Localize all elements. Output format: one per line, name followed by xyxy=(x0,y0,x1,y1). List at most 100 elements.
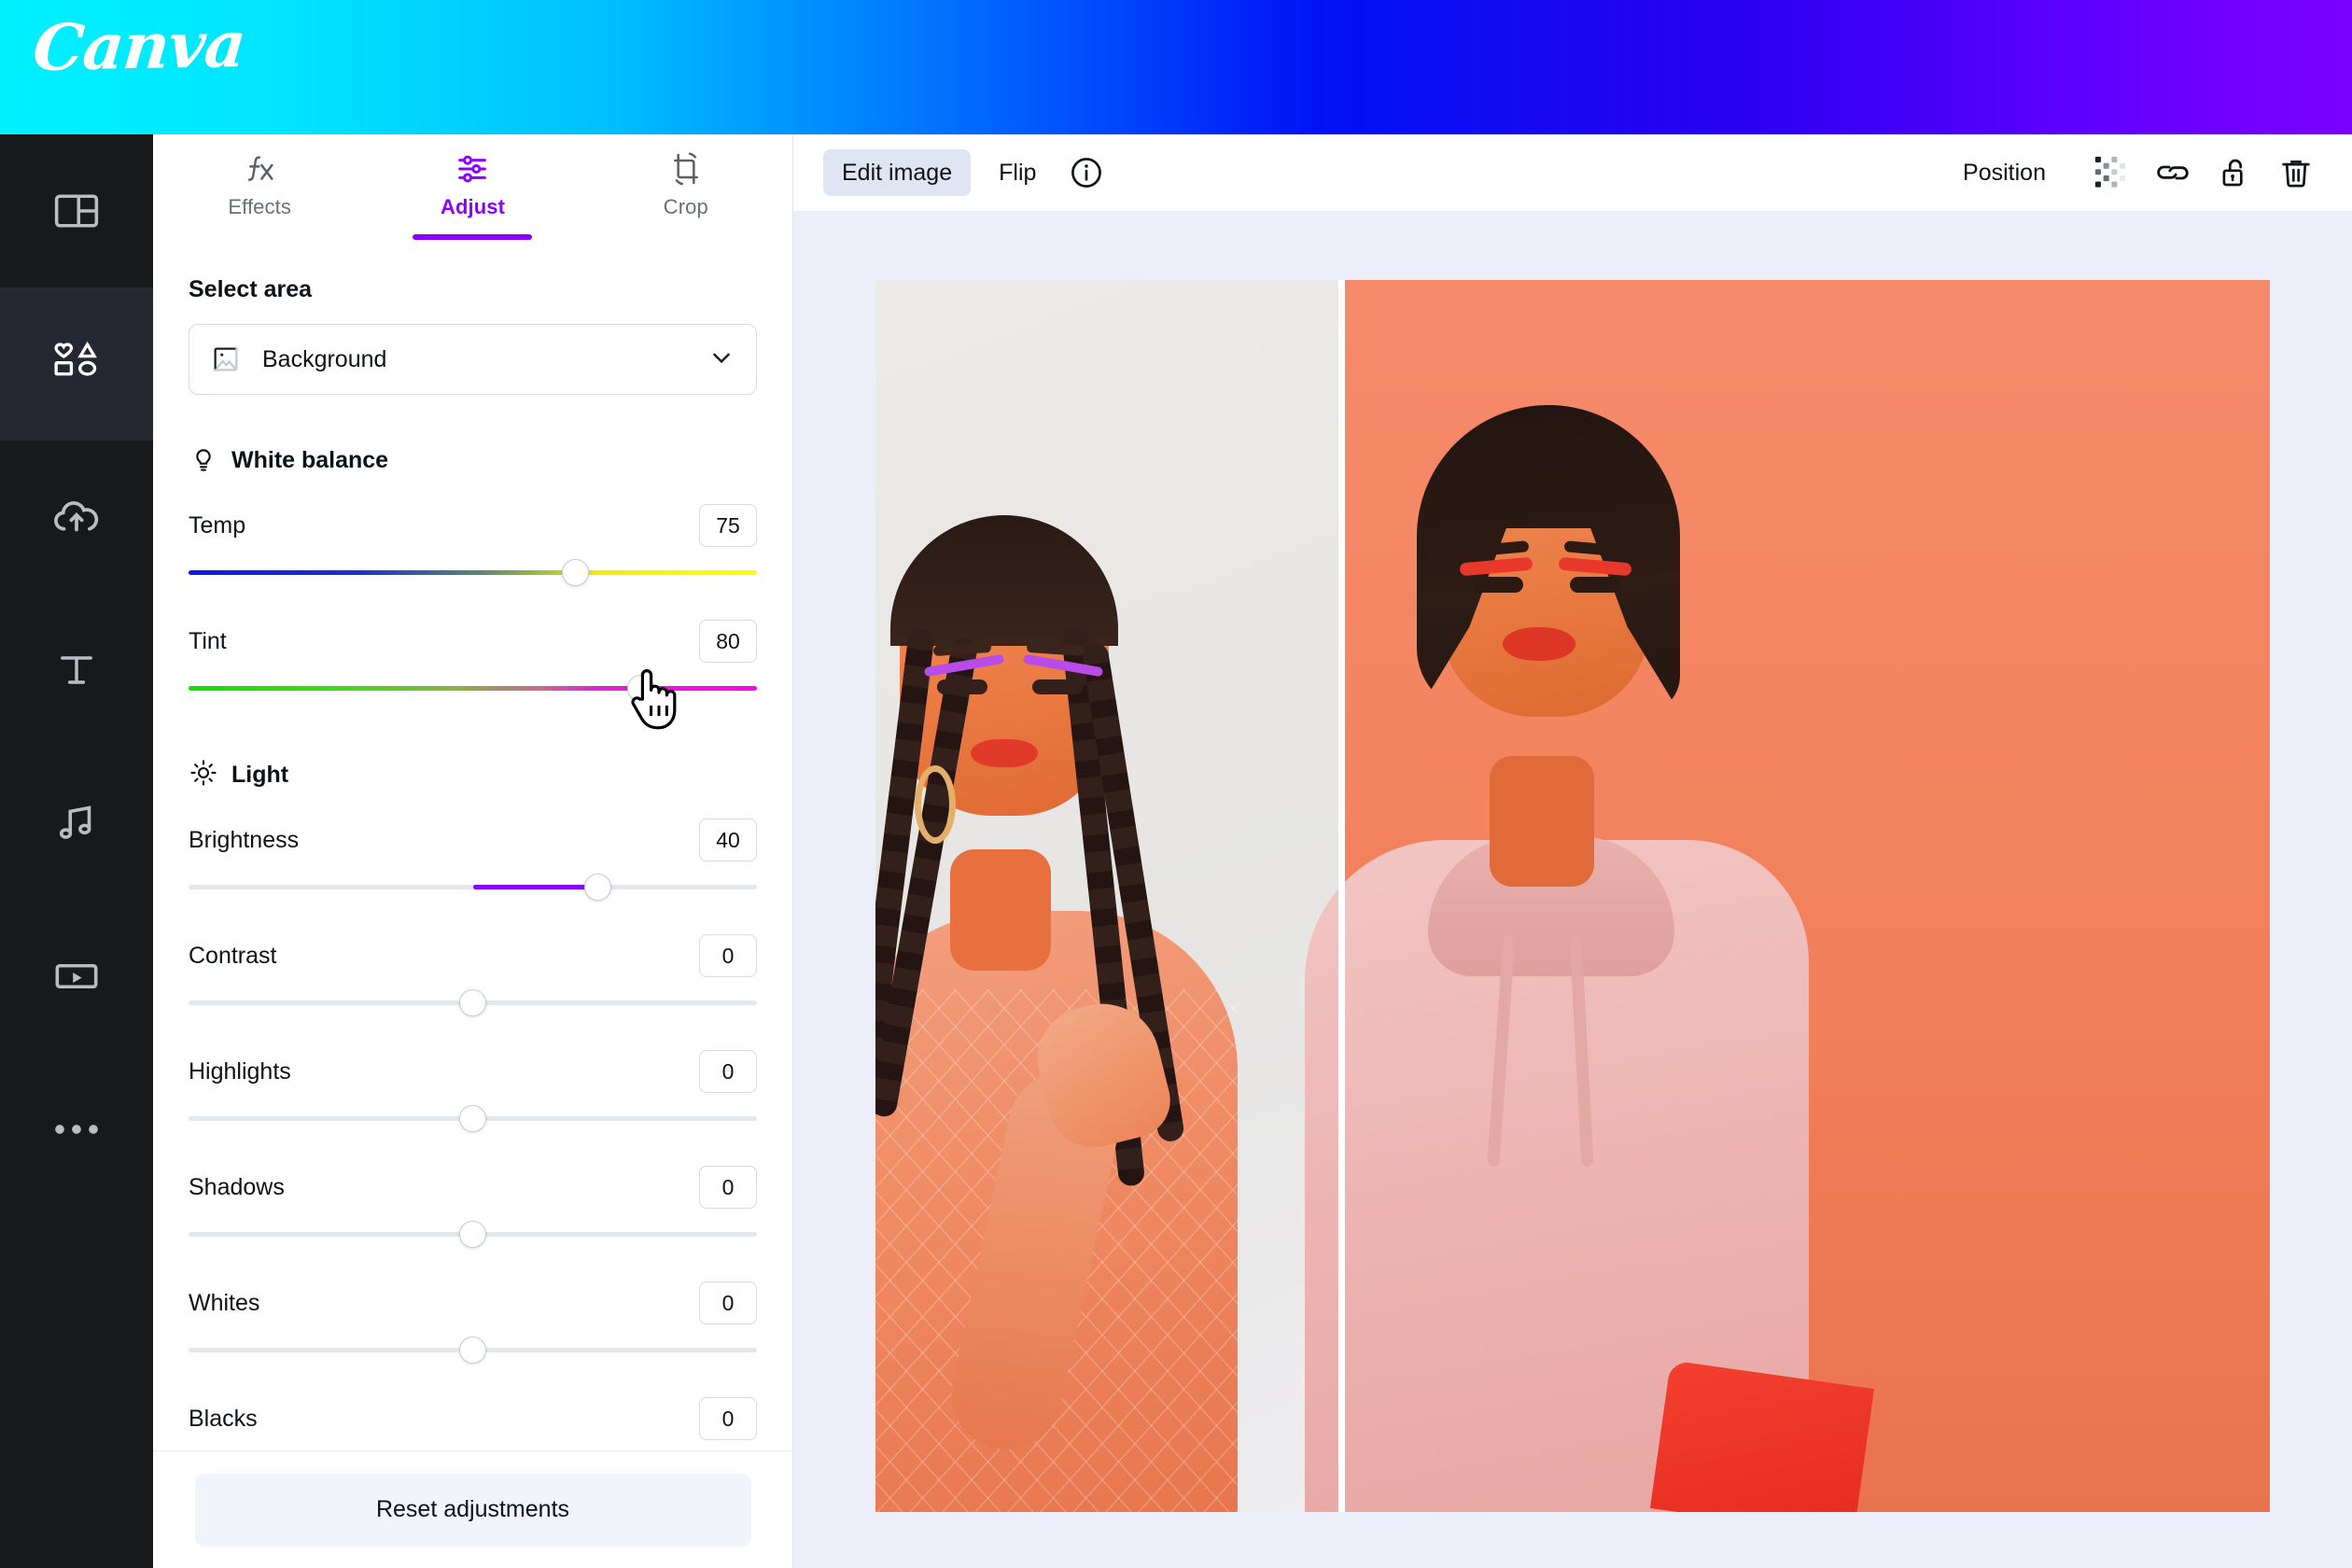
group-title-white-balance: White balance xyxy=(231,447,389,473)
toolbar-right-group: Position xyxy=(1946,147,2322,199)
reset-adjustments-button[interactable]: Reset adjustments xyxy=(194,1473,751,1547)
slider-shadows-label: Shadows xyxy=(189,1173,285,1200)
slider-shadows: Shadows 0 xyxy=(189,1140,757,1255)
slider-brightness: Brightness 40 xyxy=(189,792,757,908)
slider-shadows-handle[interactable] xyxy=(459,1221,486,1248)
crop-rotate-icon xyxy=(667,149,705,189)
select-area-dropdown[interactable]: Background xyxy=(189,324,757,395)
sidebar-item-design-templates[interactable] xyxy=(0,134,153,287)
slider-whites-handle[interactable] xyxy=(459,1337,486,1364)
slider-tint-handle[interactable] xyxy=(626,675,654,702)
slider-temp-label: Temp xyxy=(189,511,246,539)
slider-tint-track xyxy=(189,686,757,691)
panel-tab-bar: Effects Adjust Crop xyxy=(153,134,792,240)
image-toolbar: Edit image Flip Position xyxy=(793,134,2352,211)
slider-blacks-label: Blacks xyxy=(189,1405,258,1432)
link-icon[interactable] xyxy=(2147,147,2199,199)
person-right-eye xyxy=(1473,577,1523,593)
slider-shadows-track-area[interactable] xyxy=(189,1212,757,1255)
slider-temp-track-area[interactable] xyxy=(189,551,757,594)
sidebar-item-videos[interactable] xyxy=(0,900,153,1053)
slider-brightness-fill xyxy=(472,885,598,889)
slider-contrast: Contrast 0 xyxy=(189,908,757,1024)
slider-whites-value[interactable]: 0 xyxy=(699,1281,757,1324)
left-sidebar-rail xyxy=(0,134,153,1568)
slider-whites: Whites 0 xyxy=(189,1255,757,1371)
sliders-icon xyxy=(454,149,491,189)
video-play-icon xyxy=(51,951,102,1001)
slider-tint: Tint 80 xyxy=(189,594,757,709)
select-area-title: Select area xyxy=(189,276,313,302)
sidebar-item-more[interactable] xyxy=(0,1053,153,1206)
text-t-icon xyxy=(52,646,101,694)
slider-highlights-handle[interactable] xyxy=(459,1105,486,1132)
person-left-earring xyxy=(915,765,956,844)
group-header-white-balance: White balance xyxy=(189,443,768,478)
slider-temp-track xyxy=(189,570,757,575)
slider-blacks-value[interactable]: 0 xyxy=(699,1397,757,1440)
person-right-eye xyxy=(1570,577,1620,593)
person-left-eye xyxy=(1032,679,1083,694)
flip-button[interactable]: Flip xyxy=(984,149,1051,196)
person-left-neck xyxy=(950,849,1051,971)
slider-highlights-value[interactable]: 0 xyxy=(699,1050,757,1093)
person-left-eye xyxy=(937,679,987,694)
slider-brightness-track-area[interactable] xyxy=(189,865,757,908)
tab-adjust[interactable]: Adjust xyxy=(366,142,579,240)
slider-tint-value[interactable]: 80 xyxy=(699,620,757,663)
trash-icon[interactable] xyxy=(2270,147,2322,199)
slider-brightness-label: Brightness xyxy=(189,826,300,853)
slider-highlights: Highlights 0 xyxy=(189,1024,757,1140)
layout-panel-icon xyxy=(51,186,102,236)
fx-icon xyxy=(241,149,278,189)
chevron-down-icon xyxy=(707,343,735,376)
select-area-value: Background xyxy=(262,345,387,372)
before-after-divider[interactable] xyxy=(1338,280,1345,1512)
sidebar-item-uploads[interactable] xyxy=(0,441,153,594)
slider-blacks: Blacks 0 xyxy=(189,1371,757,1450)
tab-crop-label: Crop xyxy=(663,195,708,218)
slider-contrast-handle[interactable] xyxy=(459,989,486,1016)
position-button[interactable]: Position xyxy=(1946,149,2063,196)
slider-temp-handle[interactable] xyxy=(561,559,589,586)
slider-brightness-value[interactable]: 40 xyxy=(699,819,757,861)
sidebar-item-text[interactable] xyxy=(0,594,153,747)
slider-whites-label: Whites xyxy=(189,1289,260,1316)
slider-shadows-value[interactable]: 0 xyxy=(699,1166,757,1209)
image-artboard[interactable] xyxy=(875,280,2270,1512)
person-right-lips xyxy=(1503,627,1575,661)
person-left-hair xyxy=(890,515,1118,646)
shapes-icon xyxy=(49,337,104,391)
slider-whites-track-area[interactable] xyxy=(189,1328,757,1371)
image-placeholder-icon xyxy=(210,343,247,375)
slider-tint-label: Tint xyxy=(189,627,227,654)
tab-effects[interactable]: Effects xyxy=(153,142,366,219)
slider-temp: Temp 75 xyxy=(189,478,757,594)
person-right-red-fabric xyxy=(1649,1360,1875,1512)
figure-person-right xyxy=(1267,280,1875,1512)
slider-highlights-track-area[interactable] xyxy=(189,1097,757,1140)
lightbulb-icon xyxy=(189,443,218,478)
sidebar-item-elements[interactable] xyxy=(0,287,153,441)
tab-crop[interactable]: Crop xyxy=(580,142,792,219)
music-note-icon xyxy=(51,798,102,848)
slider-contrast-label: Contrast xyxy=(189,942,277,969)
tab-effects-label: Effects xyxy=(228,195,291,218)
slider-temp-value[interactable]: 75 xyxy=(699,504,757,547)
app-header: Canva xyxy=(0,0,2352,134)
slider-tint-track-area[interactable] xyxy=(189,666,757,709)
lock-open-icon[interactable] xyxy=(2208,147,2261,199)
adjust-panel: Effects Adjust Crop Select area Backgrou… xyxy=(153,134,793,1568)
slider-brightness-handle[interactable] xyxy=(583,874,611,901)
sidebar-item-audio[interactable] xyxy=(0,747,153,900)
edit-image-button[interactable]: Edit image xyxy=(823,149,972,196)
slider-blacks-track-area[interactable] xyxy=(189,1444,757,1450)
canva-logo[interactable]: Canva xyxy=(30,7,248,86)
slider-contrast-value[interactable]: 0 xyxy=(699,934,757,977)
panel-footer: Reset adjustments xyxy=(153,1450,792,1568)
slider-contrast-track-area[interactable] xyxy=(189,981,757,1024)
person-left-lips xyxy=(971,739,1038,767)
canvas-stage: Edit image Flip Position xyxy=(793,134,2352,1568)
info-circle-icon[interactable] xyxy=(1060,147,1113,199)
transparency-icon[interactable] xyxy=(2085,147,2137,199)
